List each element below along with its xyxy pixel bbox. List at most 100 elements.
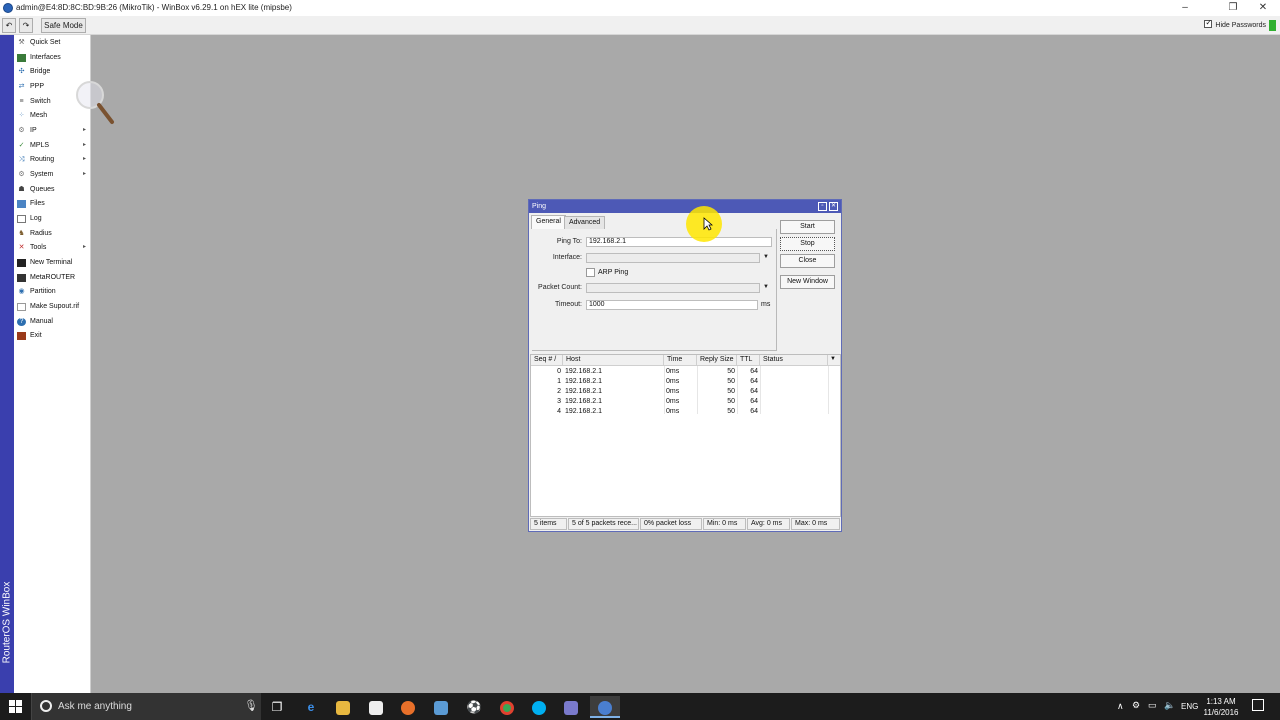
- file-explorer-icon[interactable]: [328, 696, 358, 718]
- ping-to-input[interactable]: 192.168.2.1: [586, 237, 772, 247]
- bridge-icon: ✣: [18, 68, 25, 75]
- exit-icon: [17, 332, 26, 340]
- menu-item-mpls[interactable]: ✓ MPLS ▸: [14, 139, 91, 153]
- winbox-app-icon: [3, 3, 13, 13]
- submenu-arrow-icon: ▸: [82, 171, 86, 177]
- checkbox-checked-icon[interactable]: [1204, 18, 1213, 28]
- ip-icon: ⚙: [18, 127, 25, 134]
- edge-browser-icon[interactable]: e: [296, 696, 326, 718]
- chrome-icon[interactable]: [492, 696, 522, 718]
- log-icon: [17, 215, 26, 223]
- interface-select[interactable]: [586, 253, 760, 263]
- ping-window-title: Ping: [529, 200, 841, 213]
- stop-button[interactable]: Stop: [780, 237, 835, 251]
- winbox-taskbar-icon[interactable]: [590, 696, 620, 718]
- menu-item-quick-set[interactable]: ⚒ Quick Set: [14, 36, 91, 50]
- column-host[interactable]: Host: [563, 355, 664, 366]
- submenu-arrow-icon: ▸: [82, 244, 86, 250]
- new-window-button[interactable]: New Window: [780, 275, 835, 289]
- microphone-icon[interactable]: 🎙: [244, 699, 258, 712]
- brand-text: RouterOS WinBox: [1, 581, 13, 664]
- clock[interactable]: 1:13 AM 11/6/2016: [1201, 696, 1241, 718]
- menu-item-new-terminal[interactable]: New Terminal: [14, 256, 91, 270]
- hide-passwords-checkbox[interactable]: Hide Passwords: [1204, 18, 1266, 29]
- windows-start-icon[interactable]: [9, 700, 22, 713]
- close-icon[interactable]: ✕: [829, 202, 838, 211]
- menu-item-system[interactable]: ⚙ System ▸: [14, 168, 91, 182]
- interface-label: Interface:: [552, 254, 582, 261]
- dropdown-arrow-icon[interactable]: ▼: [763, 284, 769, 290]
- interfaces-icon: [17, 54, 26, 62]
- volume-icon[interactable]: 🔈: [1164, 700, 1175, 711]
- arp-ping-label: ARP Ping: [598, 269, 629, 276]
- network-tool-icon[interactable]: [426, 696, 456, 718]
- tab-general[interactable]: General: [531, 215, 566, 229]
- system-icon: ⚙: [18, 171, 25, 178]
- menu-item-exit[interactable]: Exit: [14, 329, 91, 343]
- column-seq[interactable]: Seq # /: [531, 355, 563, 366]
- firefox-icon[interactable]: [393, 696, 423, 718]
- menu-item-bridge[interactable]: ✣ Bridge: [14, 65, 91, 79]
- dropdown-arrow-icon[interactable]: ▼: [763, 254, 769, 260]
- close-button[interactable]: Close: [780, 254, 835, 268]
- table-row[interactable]: 3 192.168.2.1 0ms 50 64: [531, 397, 840, 407]
- menu-item-log[interactable]: Log: [14, 212, 91, 226]
- column-time[interactable]: Time: [664, 355, 697, 366]
- soccer-ball-icon[interactable]: ⚽: [459, 696, 489, 718]
- column-menu-arrow-icon[interactable]: ▼: [830, 356, 836, 362]
- menu-item-partition[interactable]: ◉ Partition: [14, 285, 91, 299]
- menu-item-metarouter[interactable]: MetaROUTER: [14, 271, 91, 285]
- task-view-icon[interactable]: ❐: [262, 696, 292, 718]
- ping-to-label: Ping To:: [556, 238, 582, 245]
- menu-item-routing[interactable]: ⤨ Routing ▸: [14, 153, 91, 167]
- column-status[interactable]: Status: [760, 355, 828, 366]
- network-icon[interactable]: ▭: [1148, 700, 1157, 711]
- safe-mode-button[interactable]: Safe Mode: [41, 18, 86, 33]
- menu-item-queues[interactable]: ☗ Queues: [14, 183, 91, 197]
- skype-icon[interactable]: [524, 696, 554, 718]
- menu-item-ip[interactable]: ⚙ IP ▸: [14, 124, 91, 138]
- toolbar: ↶ ↷ Safe Mode Hide Passwords: [0, 16, 1280, 35]
- menu-item-tools[interactable]: ✕ Tools ▸: [14, 241, 91, 255]
- language-indicator[interactable]: ENG: [1181, 702, 1198, 711]
- timeout-unit: ms: [761, 301, 771, 308]
- menu-item-make-supout[interactable]: Make Supout.rif: [14, 300, 91, 314]
- store-icon[interactable]: [361, 696, 391, 718]
- menu-item-interfaces[interactable]: Interfaces: [14, 51, 91, 65]
- manual-icon: ?: [17, 318, 26, 326]
- restore-icon[interactable]: ▫: [818, 202, 827, 211]
- status-max: Max: 0 ms: [791, 518, 840, 530]
- submenu-arrow-icon: ▸: [82, 142, 86, 148]
- redo-button[interactable]: ↷: [19, 18, 33, 33]
- table-row[interactable]: 1 192.168.2.1 0ms 50 64: [531, 377, 840, 387]
- cortana-icon: [40, 700, 52, 712]
- column-ttl[interactable]: TTL: [737, 355, 760, 366]
- packet-count-input[interactable]: [586, 283, 760, 293]
- tray-chevron-icon[interactable]: ∧: [1117, 701, 1124, 712]
- clock-time: 1:13 AM: [1206, 697, 1236, 706]
- tray-app-icon[interactable]: ⚙: [1132, 700, 1140, 711]
- minimize-button[interactable]: –: [1170, 0, 1200, 16]
- menu-item-radius[interactable]: ♞ Radius: [14, 227, 91, 241]
- switch-icon: ≡: [19, 98, 24, 105]
- action-center-icon[interactable]: [1252, 699, 1264, 711]
- column-reply-size[interactable]: Reply Size: [697, 355, 737, 366]
- title-bar: admin@E4:8D:8C:BD:9B:26 (MikroTik) - Win…: [0, 0, 1280, 16]
- start-button[interactable]: Start: [780, 220, 835, 234]
- menu-item-manual[interactable]: ? Manual: [14, 315, 91, 329]
- brand-bar: RouterOS WinBox: [0, 35, 14, 693]
- maximize-button[interactable]: ❐: [1218, 0, 1248, 16]
- arp-ping-checkbox[interactable]: [586, 268, 595, 277]
- app-window-icon[interactable]: [556, 696, 586, 718]
- menu-item-files[interactable]: Files: [14, 197, 91, 211]
- search-placeholder: Ask me anything: [58, 701, 132, 712]
- table-row[interactable]: 4 192.168.2.1 0ms 50 64: [531, 407, 840, 417]
- close-window-button[interactable]: ✕: [1248, 0, 1278, 16]
- search-box[interactable]: Ask me anything 🎙: [31, 693, 261, 720]
- tab-advanced[interactable]: Advanced: [564, 216, 606, 229]
- table-row[interactable]: 2 192.168.2.1 0ms 50 64: [531, 387, 840, 397]
- timeout-input[interactable]: 1000: [586, 300, 758, 310]
- undo-button[interactable]: ↶: [2, 18, 16, 33]
- connection-status-indicator: [1269, 20, 1276, 31]
- table-row[interactable]: 0 192.168.2.1 0ms 50 64: [531, 367, 840, 377]
